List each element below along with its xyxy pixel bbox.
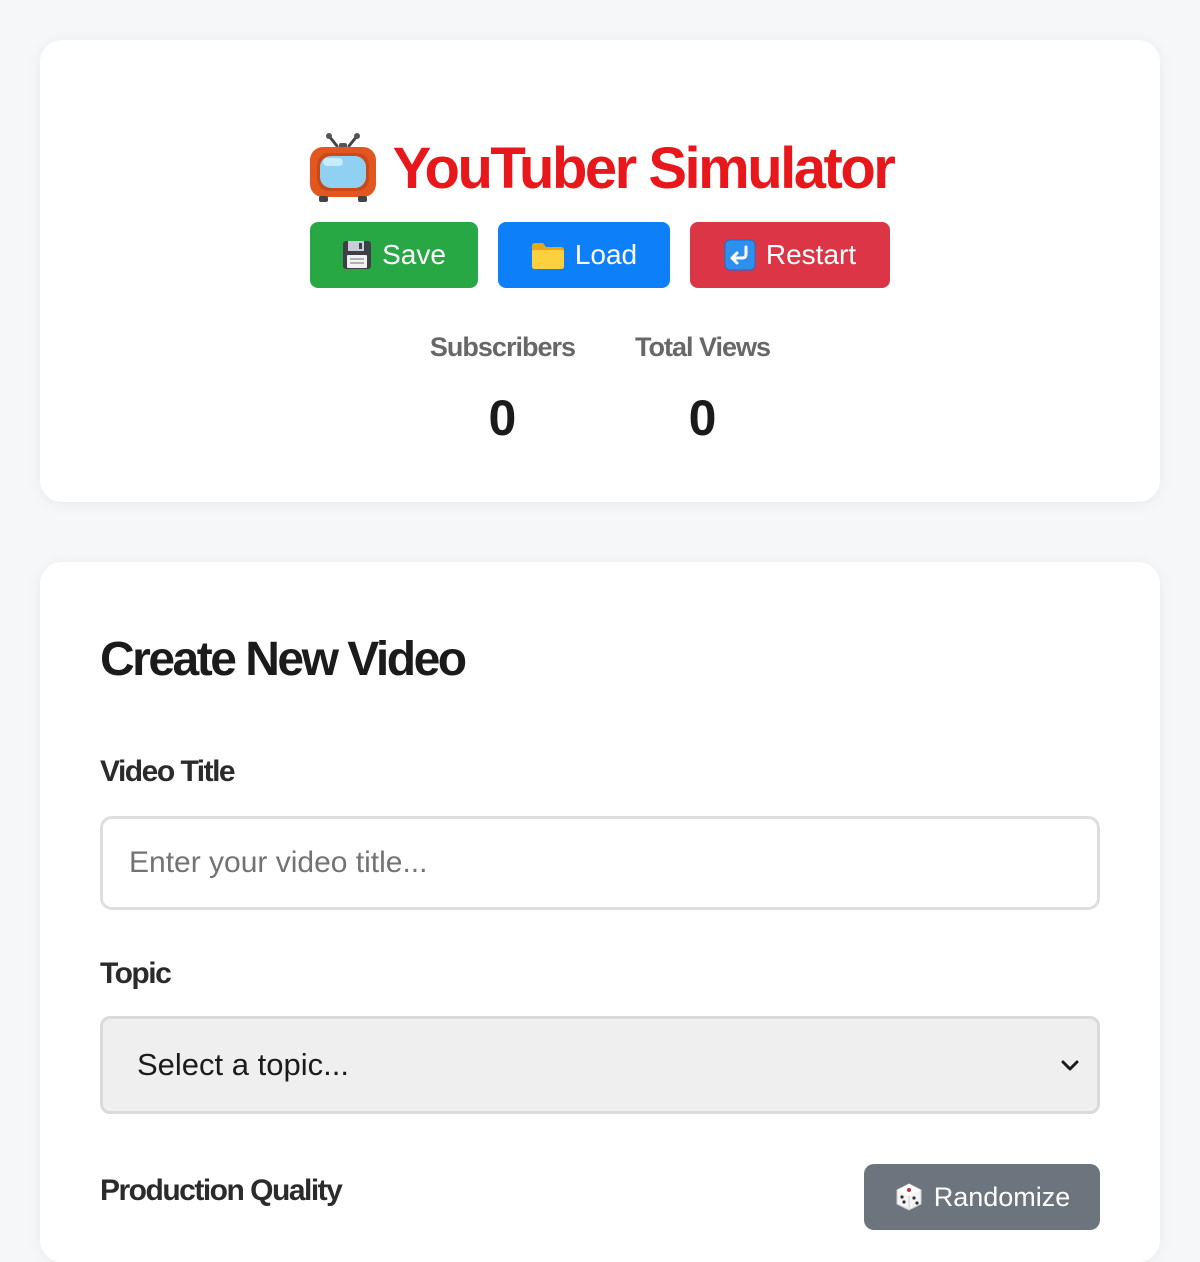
restart-label: Restart (765, 239, 857, 270)
total-views-stat: Total Views 0 (635, 332, 771, 447)
television-icon (309, 133, 376, 202)
restart-button[interactable]: Restart (690, 222, 890, 288)
return-arrow-icon (724, 239, 756, 271)
subscribers-stat: Subscribers 0 (429, 332, 576, 447)
app-title: YouTuber Simulator (392, 135, 896, 201)
app-header: YouTuber Simulator (40, 132, 1160, 204)
header-card: YouTuber Simulator Save Load Restart Sub… (40, 40, 1160, 502)
randomize-label: Randomize (933, 1181, 1071, 1212)
load-button[interactable]: Load (498, 222, 670, 288)
save-label: Save (382, 239, 446, 270)
total-views-value: 0 (688, 390, 717, 446)
topic-selected-value: Select a topic... (137, 1047, 349, 1082)
load-label: Load (574, 239, 638, 270)
section-heading: Create New Video (100, 633, 467, 686)
subscribers-value: 0 (488, 390, 517, 446)
subscribers-label: Subscribers (429, 332, 576, 362)
floppy-disk-icon (343, 241, 372, 269)
action-buttons: Save Load Restart (40, 222, 1160, 288)
topic-select[interactable]: Select a topic... (100, 1016, 1100, 1114)
video-title-input[interactable] (100, 816, 1100, 910)
topic-label: Topic (100, 957, 172, 990)
video-title-label: Video Title (100, 755, 236, 788)
folder-icon (531, 243, 564, 269)
production-quality-label: Production Quality (100, 1174, 343, 1207)
chevron-down-icon (1061, 1060, 1079, 1071)
save-button[interactable]: Save (310, 222, 478, 288)
create-video-card: Create New Video Video Title Topic Selec… (40, 562, 1160, 1262)
randomize-button[interactable]: Randomize (864, 1164, 1100, 1230)
total-views-label: Total Views (635, 332, 771, 362)
channel-stats: Subscribers 0 Total Views 0 (40, 332, 1160, 447)
dice-icon (896, 1183, 922, 1211)
